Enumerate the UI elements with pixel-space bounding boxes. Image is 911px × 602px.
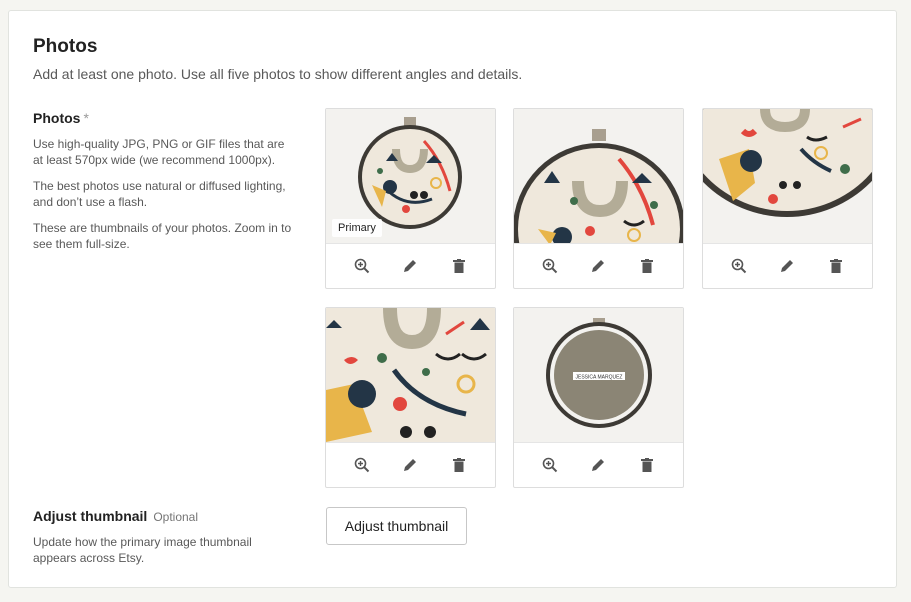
zoom-in-icon[interactable] xyxy=(729,256,749,276)
trash-icon[interactable] xyxy=(826,256,846,276)
photo-3-actions xyxy=(703,243,872,288)
pencil-icon[interactable] xyxy=(588,455,608,475)
section-title: Photos xyxy=(33,36,98,57)
photo-thumbnail-2[interactable] xyxy=(513,108,684,289)
help-text-3: These are thumbnails of your photos. Zoo… xyxy=(33,221,292,251)
trash-icon[interactable] xyxy=(637,256,657,276)
photo-thumbnail-1[interactable]: Primary xyxy=(325,108,496,289)
primary-badge: Primary xyxy=(332,219,382,237)
photo-thumbnail-4[interactable] xyxy=(325,307,496,488)
pencil-icon[interactable] xyxy=(400,455,420,475)
trash-icon[interactable] xyxy=(449,256,469,276)
adjust-thumbnail-button[interactable]: Adjust thumbnail xyxy=(326,507,467,545)
section-subtitle: Add at least one photo. Use all five pho… xyxy=(33,66,523,82)
adjust-help-text: Update how the primary image thumbnail a… xyxy=(33,535,252,565)
photos-field-label: Photos * xyxy=(33,110,295,126)
photos-label-text: Photos xyxy=(33,110,81,126)
optional-tag: Optional xyxy=(153,510,199,524)
photo-thumbnail-3[interactable] xyxy=(702,108,873,289)
photo-thumbnail-5[interactable]: JESSICA MARQUEZ xyxy=(513,307,684,488)
photo-5-actions xyxy=(514,442,683,487)
adjust-label-text: Adjust thumbnail xyxy=(33,508,148,524)
required-mark: * xyxy=(83,110,89,126)
trash-icon[interactable] xyxy=(637,455,657,475)
help-text-2: The best photos use natural or diffused … xyxy=(33,179,286,209)
photos-section-card: Photos Add at least one photo. Use all f… xyxy=(8,10,897,588)
adjust-thumbnail-label-block: Adjust thumbnail Optional Update how the … xyxy=(33,508,295,576)
pencil-icon[interactable] xyxy=(588,256,608,276)
zoom-in-icon[interactable] xyxy=(352,256,372,276)
photo-4-image[interactable] xyxy=(326,308,495,442)
pencil-icon[interactable] xyxy=(777,256,797,276)
zoom-in-icon[interactable] xyxy=(352,455,372,475)
zoom-in-icon[interactable] xyxy=(540,256,560,276)
photos-field-label-block: Photos * Use high-quality JPG, PNG or GIF… xyxy=(33,110,295,262)
zoom-in-icon[interactable] xyxy=(540,455,560,475)
photo-2-actions xyxy=(514,243,683,288)
help-text-1: Use high-quality JPG, PNG or GIF files t… xyxy=(33,137,285,167)
pencil-icon[interactable] xyxy=(400,256,420,276)
photo-3-image[interactable] xyxy=(703,109,872,243)
photos-help: Use high-quality JPG, PNG or GIF files t… xyxy=(33,136,295,252)
photo-5-image[interactable]: JESSICA MARQUEZ xyxy=(514,308,683,442)
trash-icon[interactable] xyxy=(449,455,469,475)
photo-4-actions xyxy=(326,442,495,487)
jessica-marquez-label: JESSICA MARQUEZ xyxy=(576,375,623,381)
adjust-help: Update how the primary image thumbnail a… xyxy=(33,534,295,566)
photo-1-actions xyxy=(326,243,495,288)
adjust-thumbnail-label: Adjust thumbnail Optional xyxy=(33,508,295,524)
photo-2-image[interactable] xyxy=(514,109,683,243)
